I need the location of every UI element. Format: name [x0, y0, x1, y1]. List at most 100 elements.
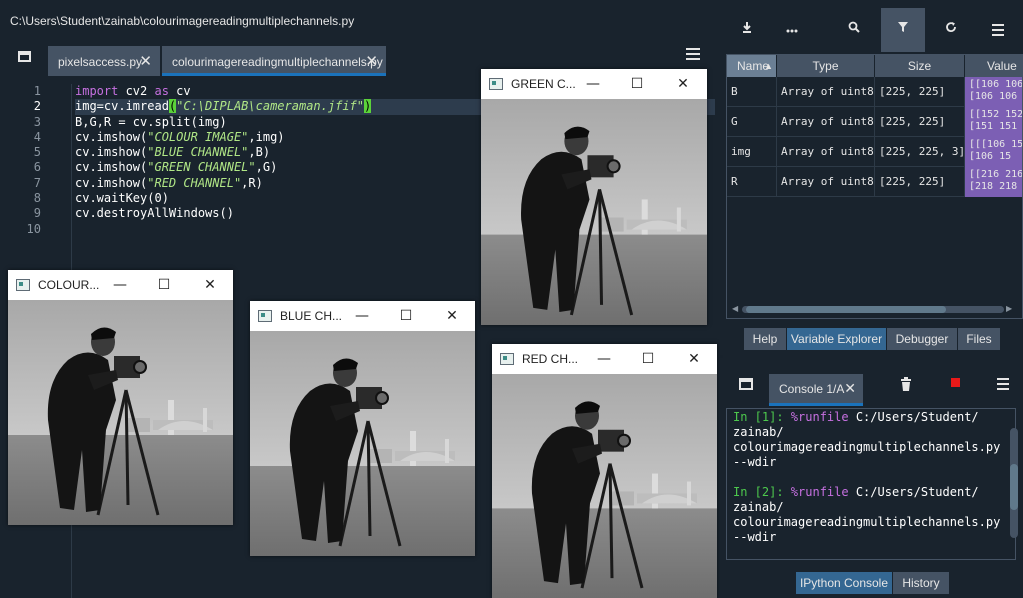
cell-value: [[[106 15 [106 15: [965, 137, 1022, 167]
console-line: In [2]: %runfile C:/Users/Student/: [727, 485, 1015, 500]
value-line: [[216 216: [969, 169, 1023, 180]
window-title: RED CH...: [522, 352, 579, 366]
code-token: cv.imshow(: [75, 129, 148, 144]
column-header-value[interactable]: Value: [965, 55, 1022, 77]
table-row[interactable]: B Array of uint8 [225, 225] [[106 106 [106 …: [727, 77, 1023, 107]
scroll-left-icon[interactable]: ◀: [732, 304, 738, 313]
variable-explorer-toolbar: [720, 8, 1023, 52]
string-token: "COLOUR IMAGE": [147, 129, 249, 144]
cell-name: R: [727, 167, 777, 197]
tab-help[interactable]: Help: [744, 328, 786, 350]
cell-name: G: [727, 107, 777, 137]
column-header-size[interactable]: Size: [875, 55, 965, 77]
close-icon[interactable]: ✕: [673, 74, 693, 94]
maximize-icon[interactable]: ☐: [154, 275, 174, 295]
stop-icon[interactable]: [951, 378, 960, 387]
string-token: "RED CHANNEL": [147, 175, 242, 190]
window-titlebar[interactable]: RED CH... — ☐ ✕: [492, 344, 717, 374]
colour-image-window[interactable]: COLOUR... — ☐ ✕: [8, 270, 233, 525]
scroll-right-icon[interactable]: ▶: [1006, 304, 1012, 313]
download-icon[interactable]: [725, 8, 769, 52]
horizontal-scrollbar[interactable]: ◀ ▶: [732, 304, 1012, 314]
table-header: Name ▲ Type Size Value: [727, 55, 1022, 77]
code-token: cv.waitKey(: [75, 191, 155, 206]
window-title: COLOUR...: [38, 278, 100, 292]
image-canvas: [481, 99, 707, 325]
filter-icon[interactable]: [881, 8, 925, 52]
line-number: 9: [33, 206, 41, 221]
cell-value: [[152 152 [151 151: [965, 107, 1023, 137]
menu-icon[interactable]: [976, 8, 1020, 52]
minimize-icon[interactable]: —: [594, 349, 614, 369]
line-number: 8: [33, 191, 41, 206]
line-number: 3: [33, 114, 41, 129]
table-row[interactable]: R Array of uint8 [225, 225] [[216 216 [218 …: [727, 167, 1023, 197]
code-token: cv.imshow(: [75, 175, 148, 190]
close-icon[interactable]: ✕: [684, 349, 704, 369]
file-path-title: C:\Users\Student\zainab\colourimagereadi…: [0, 0, 717, 40]
tab-pixelsaccess[interactable]: pixelsaccess.py ✕: [48, 46, 160, 76]
cell-type: Array of uint8: [777, 77, 875, 107]
minimize-icon[interactable]: —: [352, 306, 372, 326]
value-line: [218 218: [969, 181, 1018, 192]
window-title: GREEN C...: [511, 77, 576, 91]
line-number: 5: [33, 145, 41, 160]
tab-debugger[interactable]: Debugger: [887, 328, 957, 350]
minimize-icon[interactable]: —: [583, 74, 603, 94]
string-token: "GREEN CHANNEL": [147, 160, 256, 175]
tab-colourimagereadingmultiplechannels[interactable]: colourimagereadingmultiplechannels.py ✕: [162, 46, 386, 76]
cell-size: [225, 225]: [875, 77, 965, 107]
value-line: [106 106: [969, 91, 1018, 102]
value-line: [106 15: [969, 151, 1012, 162]
minimize-icon[interactable]: —: [110, 275, 130, 295]
maximize-icon[interactable]: ☐: [396, 306, 416, 326]
window-titlebar[interactable]: COLOUR... — ☐ ✕: [8, 270, 233, 300]
tab-console-1a[interactable]: Console 1/A ✕: [769, 374, 863, 406]
tab-label: pixelsaccess.py: [58, 55, 143, 69]
close-icon[interactable]: ✕: [139, 52, 152, 70]
red-channel-window[interactable]: RED CH... — ☐ ✕: [492, 344, 717, 598]
vertical-scrollbar[interactable]: [1010, 428, 1018, 538]
green-channel-window[interactable]: GREEN C... — ☐ ✕: [481, 69, 707, 325]
maximize-icon[interactable]: ☐: [638, 349, 658, 369]
variable-table[interactable]: Name ▲ Type Size Value B Array of uint8 [22…: [726, 54, 1023, 319]
line-number: 7: [33, 175, 41, 190]
tab-files[interactable]: Files: [958, 328, 1000, 350]
value-line: [[106 106: [969, 79, 1023, 90]
window-titlebar[interactable]: BLUE CH... — ☐ ✕: [250, 301, 475, 331]
table-row[interactable]: G Array of uint8 [225, 225] [[152 152 [151 …: [727, 107, 1023, 137]
image-canvas: [250, 331, 475, 556]
browse-tabs-icon[interactable]: [14, 46, 36, 68]
blue-channel-window[interactable]: BLUE CH... — ☐ ✕: [250, 301, 475, 556]
editor-menu-icon[interactable]: [686, 48, 700, 62]
scrollbar-thumb[interactable]: [746, 306, 946, 313]
value-line: [[152 152: [969, 109, 1023, 120]
tab-ipython-console[interactable]: IPython Console: [796, 572, 892, 594]
window-titlebar[interactable]: GREEN C... — ☐ ✕: [481, 69, 707, 99]
column-header-type[interactable]: Type: [777, 55, 875, 77]
cell-value: [[106 106 [106 106: [965, 77, 1023, 107]
browse-tabs-icon[interactable]: [739, 378, 753, 390]
bracket-match-token: ): [364, 99, 372, 114]
ipython-console-output[interactable]: In [1]: %runfile C:/Users/Student/zainab…: [726, 408, 1016, 560]
menu-icon[interactable]: [997, 378, 1009, 393]
tab-history[interactable]: History: [893, 572, 949, 594]
line-number: 2: [33, 99, 41, 114]
trash-icon[interactable]: [900, 376, 912, 395]
close-icon[interactable]: ✕: [844, 380, 856, 397]
table-row[interactable]: img Array of uint8 [225, 225, 3] [[[106 15 …: [727, 137, 1022, 167]
search-icon[interactable]: [832, 8, 876, 52]
console-line: In [1]: %runfile C:/Users/Student/: [727, 410, 1015, 425]
close-icon[interactable]: ✕: [442, 306, 462, 326]
more-icon[interactable]: [770, 8, 814, 52]
image-canvas: [8, 300, 233, 525]
maximize-icon[interactable]: ☐: [627, 74, 647, 94]
sort-asc-icon: ▲: [764, 61, 773, 71]
close-icon[interactable]: ✕: [200, 275, 220, 295]
tab-variable-explorer[interactable]: Variable Explorer: [787, 328, 886, 350]
scrollbar-thumb[interactable]: [1010, 464, 1018, 510]
column-header-name[interactable]: Name ▲: [727, 55, 777, 77]
code-token: cv.imshow(: [75, 160, 148, 175]
refresh-icon[interactable]: [929, 8, 973, 52]
close-icon[interactable]: ✕: [365, 52, 378, 70]
